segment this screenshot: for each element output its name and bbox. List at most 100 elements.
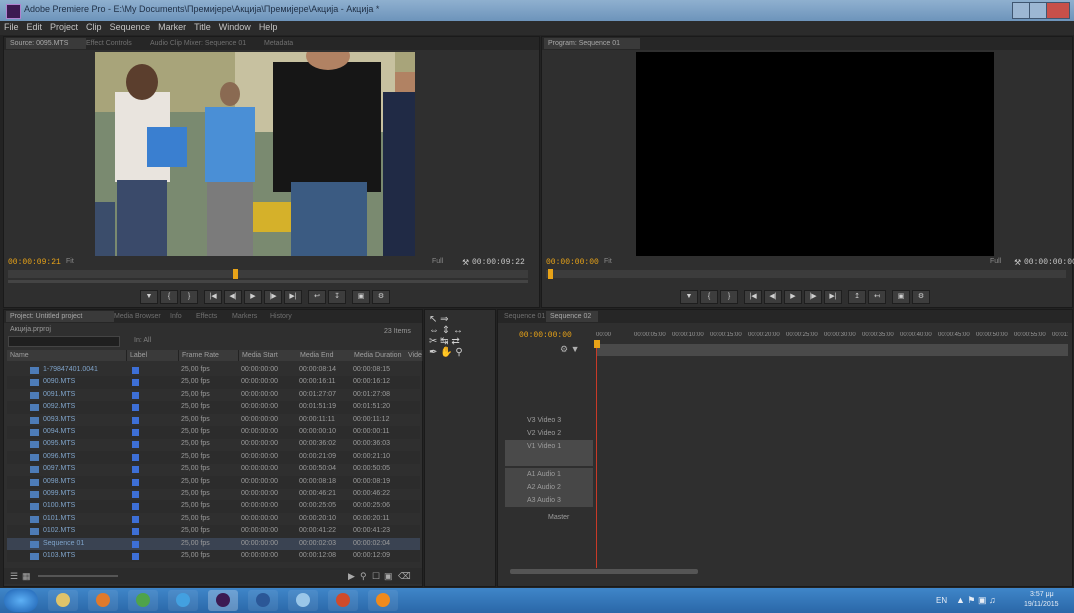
program-go-to-in-button[interactable]: |◀ xyxy=(744,290,762,304)
automate-icon[interactable]: ▶ xyxy=(348,571,355,582)
program-wrench-icon[interactable]: ⚒ xyxy=(1014,258,1021,267)
project-item-row[interactable]: 0097.MTS 25,00 fps 00:00:00:00 00:00:50:04 0… xyxy=(7,463,420,476)
maximize-button[interactable] xyxy=(1029,2,1047,19)
project-item-row[interactable]: 0100.MTS 25,00 fps 00:00:00:00 00:00:25:05 0… xyxy=(7,500,420,514)
project-item-row[interactable]: 0102.MTS 25,00 fps 00:00:00:00 00:00:41:22 0… xyxy=(7,525,420,539)
slip-tool-icon[interactable]: ↹ xyxy=(440,336,448,347)
selection-tool-icon[interactable]: ↖ xyxy=(429,314,437,325)
col-media-end[interactable]: Media End xyxy=(297,350,353,361)
source-playhead[interactable] xyxy=(233,269,238,279)
settings-button[interactable]: ⚙ xyxy=(372,290,390,304)
project-item-row[interactable]: 0091.MTS 25,00 fps 00:00:00:00 00:01:27:07 0… xyxy=(7,389,420,402)
slide-tool-icon[interactable]: ⇄ xyxy=(451,336,459,347)
rolling-edit-tool-icon[interactable]: ⇕ xyxy=(442,325,450,336)
menu-title[interactable]: Title xyxy=(190,21,215,32)
program-video-frame[interactable] xyxy=(636,52,994,256)
ripple-edit-tool-icon[interactable]: ⇔ xyxy=(429,325,439,336)
menu-sequence[interactable]: Sequence xyxy=(106,21,155,32)
program-play-button[interactable]: ▶ xyxy=(784,290,802,304)
lift-button[interactable]: ↥ xyxy=(848,290,866,304)
label-swatch[interactable] xyxy=(132,391,139,399)
mark-out-button[interactable]: } xyxy=(180,290,198,304)
zoom-slider[interactable] xyxy=(38,575,118,577)
program-mark-out-button[interactable]: } xyxy=(720,290,738,304)
find-icon[interactable]: ⚲ xyxy=(360,571,367,582)
tab-media-browser[interactable]: Media Browser xyxy=(110,311,172,322)
taskbar-utorrent-icon[interactable] xyxy=(128,590,158,611)
source-wrench-icon[interactable]: ⚒ xyxy=(462,258,469,267)
timeline-timecode[interactable]: 00:00:00:00 xyxy=(519,331,572,340)
minimize-button[interactable] xyxy=(1012,2,1030,19)
track-header[interactable] xyxy=(505,453,593,466)
tab-sequence-02[interactable]: Sequence 02 xyxy=(546,311,598,322)
timeline-playhead[interactable] xyxy=(594,340,600,348)
project-item-row[interactable]: 0093.MTS 25,00 fps 00:00:00:00 00:00:11:11 0… xyxy=(7,414,420,427)
track-header[interactable]: V2 Video 2 xyxy=(505,427,593,440)
col-frame-rate[interactable]: Frame Rate xyxy=(179,350,239,361)
project-item-row[interactable]: 0090.MTS 25,00 fps 00:00:00:00 00:00:16:11 0… xyxy=(7,376,420,390)
icon-view-icon[interactable]: ▦ xyxy=(22,571,31,582)
work-area-bar[interactable] xyxy=(596,344,1068,356)
start-button[interactable] xyxy=(4,589,38,612)
pen-tool-icon[interactable]: ✒ xyxy=(429,347,437,358)
tab-source[interactable]: Source: 0095.MTS xyxy=(6,38,86,49)
new-item-icon[interactable]: ▣ xyxy=(384,571,393,582)
label-swatch[interactable] xyxy=(132,515,139,523)
tab-audio-clip-mixer[interactable]: Audio Clip Mixer: Sequence 01 xyxy=(146,38,264,49)
razor-tool-icon[interactable]: ✂ xyxy=(429,336,437,347)
timeline-settings-icons[interactable]: ⚙ ▼ xyxy=(560,344,579,355)
project-item-row[interactable]: 0103.MTS 25,00 fps 00:00:00:00 00:00:12:08 0… xyxy=(7,550,420,562)
menu-edit[interactable]: Edit xyxy=(23,21,47,32)
play-button[interactable]: ▶ xyxy=(244,290,262,304)
overwrite-button[interactable]: ↧ xyxy=(328,290,346,304)
menu-clip[interactable]: Clip xyxy=(82,21,106,32)
in-filter-select[interactable]: In: All xyxy=(134,337,151,344)
go-to-in-button[interactable]: |◀ xyxy=(204,290,222,304)
zoom-tool-icon[interactable]: ⚲ xyxy=(455,347,462,358)
label-swatch[interactable] xyxy=(132,466,139,474)
trash-icon[interactable]: ⌫ xyxy=(398,571,411,582)
list-view-icon[interactable]: ☰ xyxy=(10,571,18,582)
program-go-to-out-button[interactable]: ▶| xyxy=(824,290,842,304)
track-select-tool-icon[interactable]: ⇒ xyxy=(440,314,448,325)
program-resolution-select[interactable]: Full xyxy=(990,258,1001,265)
taskbar-explorer-icon[interactable] xyxy=(48,590,78,611)
extract-button[interactable]: ↤ xyxy=(868,290,886,304)
label-swatch[interactable] xyxy=(132,540,139,548)
step-back-button[interactable]: ◀| xyxy=(224,290,242,304)
col-label[interactable]: Label xyxy=(127,350,179,361)
menu-window[interactable]: Window xyxy=(215,21,255,32)
track-header[interactable]: Master xyxy=(548,511,598,524)
track-header[interactable]: A2 Audio 2 xyxy=(505,481,593,494)
language-indicator[interactable]: EN xyxy=(936,596,947,605)
label-swatch[interactable] xyxy=(132,491,139,498)
taskbar-paint-icon[interactable] xyxy=(288,590,318,611)
add-marker-button[interactable]: ▼ xyxy=(140,290,158,304)
label-swatch[interactable] xyxy=(132,416,139,424)
project-item-row[interactable]: 0096.MTS 25,00 fps 00:00:00:00 00:00:21:09 0… xyxy=(7,450,420,464)
taskbar-vlc-icon[interactable] xyxy=(368,590,398,611)
close-button[interactable] xyxy=(1046,2,1070,19)
program-mark-in-button[interactable]: { xyxy=(700,290,718,304)
track-header[interactable]: A3 Audio 3 xyxy=(505,494,593,507)
program-step-forward-button[interactable]: |▶ xyxy=(804,290,822,304)
new-bin-icon[interactable]: ☐ xyxy=(372,571,380,582)
timeline-ruler[interactable]: 00:00 00:00:05:00 00:00:10:00 00:00:15:00 00… xyxy=(596,332,1068,342)
tab-program[interactable]: Program: Sequence 01 xyxy=(544,38,640,49)
label-swatch[interactable] xyxy=(132,478,139,486)
source-video-frame[interactable] xyxy=(95,52,415,256)
tab-metadata[interactable]: Metadata xyxy=(260,38,318,49)
project-item-row[interactable]: 0092.MTS 25,00 fps 00:00:00:00 00:01:51:19 0… xyxy=(7,401,420,415)
source-zoom-select[interactable]: Fit xyxy=(66,258,74,265)
program-export-frame-button[interactable]: ▣ xyxy=(892,290,910,304)
program-step-back-button[interactable]: ◀| xyxy=(764,290,782,304)
menu-file[interactable]: File xyxy=(0,21,23,32)
step-forward-button[interactable]: |▶ xyxy=(264,290,282,304)
clock-date[interactable]: 19/11/2015 xyxy=(1024,601,1059,608)
col-name[interactable]: Name xyxy=(7,350,127,361)
project-item-row[interactable]: 0095.MTS 25,00 fps 00:00:00:00 00:00:36:02 0… xyxy=(7,438,420,451)
project-search-input[interactable] xyxy=(8,336,120,347)
track-header[interactable]: A1 Audio 1 xyxy=(505,468,593,481)
taskbar-chrome-icon[interactable] xyxy=(168,590,198,611)
project-item-row[interactable]: 1-79847401.0041 25,00 fps 00:00:00:00 00:00… xyxy=(7,364,420,377)
